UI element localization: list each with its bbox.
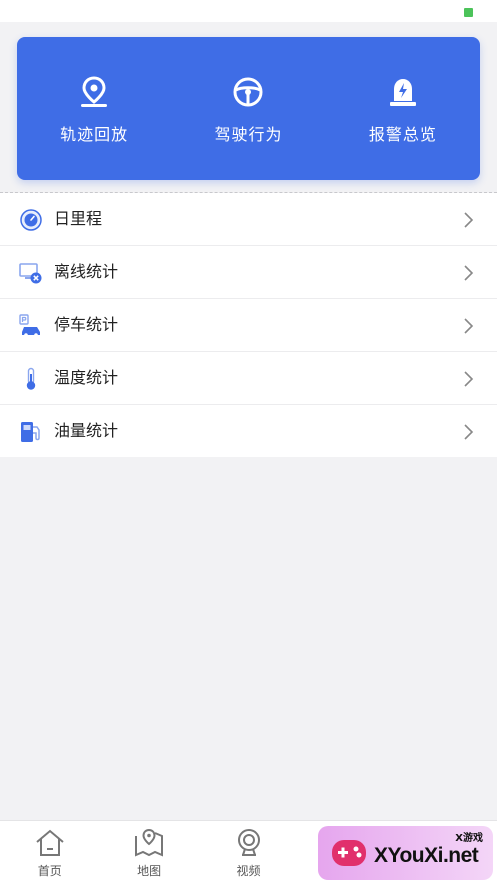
tab-home[interactable]: 首页 — [0, 821, 99, 883]
offline-monitor-icon — [19, 263, 42, 284]
watermark-overlay: XYouXi.net X游戏 — [318, 826, 493, 880]
quick-actions-card: 轨迹回放 驾驶行为 报警总览 — [17, 37, 480, 180]
parking-car-icon — [19, 314, 40, 337]
list-item-label: 油量统计 — [54, 421, 119, 440]
list-item-temperature-stats[interactable]: 温度统计 — [0, 352, 497, 405]
statistics-list: 日里程 离线统计 停车统计 温度统计 油量统计 — [0, 193, 497, 457]
list-item-label: 温度统计 — [54, 368, 119, 387]
tab-video[interactable]: 视频 — [199, 821, 298, 883]
list-item-label: 离线统计 — [54, 262, 119, 281]
chevron-right-icon — [464, 424, 474, 440]
track-playback-label: 轨迹回放 — [60, 125, 129, 144]
alarm-light-icon — [389, 79, 416, 106]
chevron-right-icon — [464, 265, 474, 281]
tab-label: 视频 — [236, 864, 261, 878]
watermark-small-text: X游戏 — [455, 833, 483, 844]
watermark-text: XYouXi.net — [374, 844, 479, 867]
tab-label: 地图 — [137, 864, 162, 878]
battery-icon — [464, 8, 473, 17]
home-icon — [36, 829, 64, 856]
track-playback-button[interactable]: 轨迹回放 — [17, 37, 171, 180]
fuel-pump-icon — [21, 422, 40, 442]
list-item-label: 停车统计 — [54, 315, 119, 334]
driving-behavior-button[interactable]: 驾驶行为 — [171, 37, 325, 180]
camera-icon — [237, 829, 260, 856]
chevron-right-icon — [464, 371, 474, 387]
list-item-parking-stats[interactable]: 停车统计 — [0, 299, 497, 352]
status-bar — [0, 0, 497, 22]
alarm-overview-button[interactable]: 报警总览 — [326, 37, 480, 180]
list-item-daily-mileage[interactable]: 日里程 — [0, 193, 497, 246]
tab-label: 首页 — [37, 864, 62, 878]
list-item-fuel-stats[interactable]: 油量统计 — [0, 405, 497, 457]
gamepad-logo-icon — [332, 840, 366, 866]
location-pin-icon — [81, 76, 108, 107]
alarm-overview-label: 报警总览 — [368, 125, 437, 144]
map-icon — [135, 828, 164, 857]
chevron-right-icon — [464, 212, 474, 228]
list-item-offline-stats[interactable]: 离线统计 — [0, 246, 497, 299]
driving-behavior-label: 驾驶行为 — [214, 125, 283, 144]
chevron-right-icon — [464, 318, 474, 334]
thermometer-icon — [26, 367, 36, 390]
steering-wheel-icon — [233, 77, 263, 107]
tab-map[interactable]: 地图 — [99, 821, 198, 883]
list-item-label: 日里程 — [54, 209, 103, 228]
odometer-icon — [20, 209, 42, 231]
